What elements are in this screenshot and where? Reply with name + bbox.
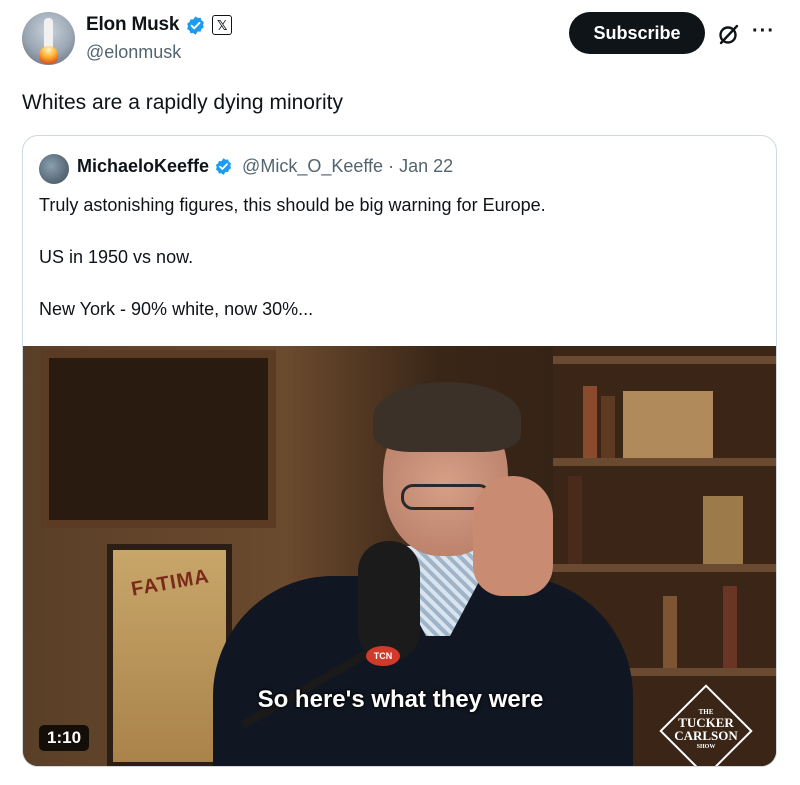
quoted-author-avatar[interactable]: [39, 154, 69, 184]
quoted-line-1: Truly astonishing figures, this should b…: [39, 195, 546, 215]
show-logo: THE TUCKER CARLSON SHOW: [651, 684, 761, 766]
quoted-author-row: MichaeloKeeffe @Mick_O_Keeffe · Jan 22: [77, 156, 453, 177]
person-hair: [373, 382, 521, 452]
verified-badge-icon: [187, 15, 205, 35]
quoted-author-name[interactable]: MichaeloKeeffe: [77, 156, 209, 177]
quoted-line-2: US in 1950 vs now.: [39, 247, 194, 267]
subscribe-button[interactable]: Subscribe: [569, 12, 705, 54]
book: [703, 496, 743, 564]
quoted-tweet-date[interactable]: Jan 22: [399, 156, 453, 177]
shelf-board: [553, 458, 776, 466]
person-hand: [473, 476, 553, 596]
quoted-tweet-card[interactable]: MichaeloKeeffe @Mick_O_Keeffe · Jan 22 T…: [22, 135, 777, 767]
author-handle[interactable]: @elonmusk: [86, 42, 181, 63]
poster-text: FATIMA: [129, 565, 212, 601]
logo-text: THE TUCKER CARLSON SHOW: [651, 704, 761, 750]
book: [601, 396, 615, 458]
book: [568, 476, 582, 564]
quoted-line-3: New York - 90% white, now 30%...: [39, 299, 314, 319]
book: [663, 596, 677, 668]
wall-frame: [41, 350, 276, 528]
book: [623, 391, 713, 458]
quoted-tweet-text: Truly astonishing figures, this should b…: [39, 192, 546, 348]
author-name-row: Elon Musk 𝕏: [86, 14, 233, 36]
logo-show: SHOW: [696, 744, 716, 750]
rocket-flame-image: [39, 46, 58, 64]
author-avatar[interactable]: [22, 12, 75, 65]
x-affiliate-badge-icon: 𝕏: [212, 15, 233, 35]
logo-line2: CARLSON: [674, 728, 738, 743]
video-duration: 1:10: [39, 725, 90, 751]
book: [723, 586, 737, 668]
meta-separator: ·: [388, 156, 395, 176]
verified-badge-icon: [216, 158, 232, 175]
book: [583, 386, 597, 458]
grok-icon[interactable]: [717, 22, 741, 46]
more-options-icon[interactable]: ···: [752, 20, 775, 43]
author-display-name[interactable]: Elon Musk: [86, 14, 179, 36]
shelf-board: [553, 564, 776, 572]
mic-badge: TCN: [366, 646, 400, 666]
shelf-board: [553, 356, 776, 364]
quoted-author-handle[interactable]: @Mick_O_Keeffe: [242, 156, 383, 177]
rocket-image: [44, 18, 53, 48]
video-player[interactable]: FATIMA TCN So here's what they were 1:10…: [23, 346, 776, 766]
microphone: [358, 541, 420, 661]
tweet-text: Whites are a rapidly dying minority: [22, 91, 343, 114]
